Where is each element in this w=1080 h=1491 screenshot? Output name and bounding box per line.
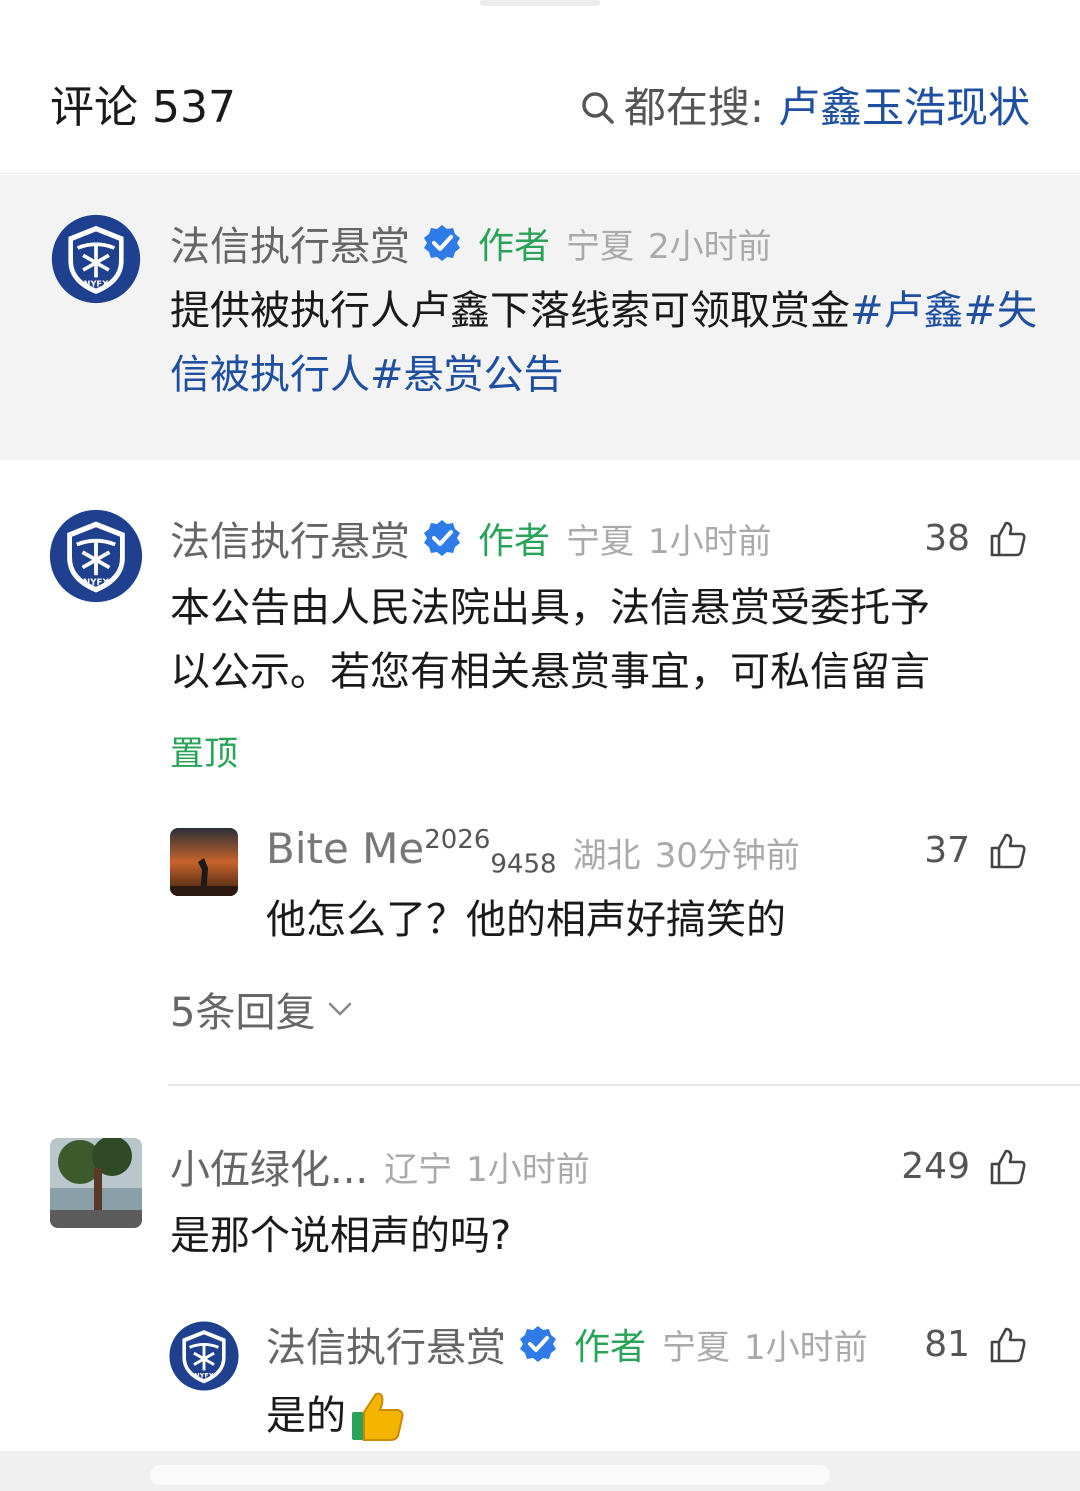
comment-meta: 小伍绿化... 辽宁 1小时前 bbox=[170, 1137, 590, 1195]
pinned-label: 置顶 bbox=[170, 734, 238, 774]
location: 湖北 bbox=[572, 835, 641, 876]
author-name[interactable]: 法信执行悬赏 bbox=[170, 509, 410, 567]
location: 宁夏 bbox=[566, 226, 635, 267]
location: 辽宁 bbox=[384, 1149, 453, 1190]
search-prefix-label: 都在搜: bbox=[623, 83, 764, 132]
pinned-meta: 法信执行悬赏 作者 宁夏 2小时前 bbox=[170, 214, 772, 272]
verified-badge-icon bbox=[422, 518, 462, 558]
like-count: 249 bbox=[901, 1146, 970, 1187]
reply-author-name[interactable]: 法信执行悬赏 bbox=[266, 1315, 506, 1373]
reply-author-sup: 2026 bbox=[424, 825, 491, 856]
timestamp: 1小时前 bbox=[648, 521, 772, 562]
comment-text-line: 本公告由人民法院出具，法信悬赏受委托予 bbox=[170, 585, 930, 631]
like-button[interactable]: 38 bbox=[924, 518, 1028, 559]
timestamp: 2小时前 bbox=[648, 226, 772, 267]
author-tag: 作者 bbox=[478, 226, 551, 267]
comment-count-title: 评论 537 bbox=[50, 82, 236, 133]
comment-text: 是那个说相声的吗? bbox=[170, 1213, 512, 1259]
like-button[interactable]: 249 bbox=[901, 1146, 1028, 1187]
comments-header: 评论 537 都在搜: 卢鑫玉浩现状 bbox=[0, 0, 1080, 174]
trending-search[interactable]: 都在搜: 卢鑫玉浩现状 bbox=[580, 80, 1030, 136]
chevron-down-icon bbox=[329, 1002, 352, 1016]
author-avatar[interactable] bbox=[50, 213, 142, 305]
location: 宁夏 bbox=[566, 521, 635, 562]
reply-author-name[interactable]: Bite Me20269458 bbox=[266, 824, 557, 879]
reply-avatar[interactable] bbox=[170, 828, 238, 896]
author-avatar[interactable] bbox=[50, 1138, 142, 1228]
search-query-link[interactable]: 卢鑫玉浩现状 bbox=[778, 80, 1030, 136]
comment-divider bbox=[168, 1084, 1080, 1086]
thumbs-up-icon bbox=[988, 1325, 1028, 1365]
hashtag-link[interactable]: #悬赏公告 bbox=[370, 352, 564, 398]
pinned-text-plain: 提供被执行人卢鑫下落线索可领取赏金 bbox=[170, 288, 850, 334]
reply-meta: Bite Me20269458 湖北 30分钟前 bbox=[266, 824, 800, 880]
author-tag: 作者 bbox=[478, 521, 551, 562]
timestamp: 30分钟前 bbox=[654, 835, 800, 876]
expand-replies-button[interactable]: 5条回复 bbox=[170, 980, 353, 1038]
verified-badge-icon bbox=[422, 223, 462, 263]
pinned-post: 法信执行悬赏 作者 宁夏 2小时前 提供被执行人卢鑫下落线索可领取赏金#卢鑫#失… bbox=[0, 175, 1080, 460]
search-icon bbox=[580, 90, 616, 126]
verified-badge-icon bbox=[518, 1324, 558, 1364]
reply-text-content: 是的 bbox=[266, 1393, 346, 1439]
like-count: 37 bbox=[924, 830, 970, 871]
reply-text: 他怎么了？他的相声好搞笑的 bbox=[266, 897, 786, 943]
thumbs-up-emoji bbox=[352, 1392, 404, 1441]
location: 宁夏 bbox=[662, 1327, 731, 1368]
pinned-text: 提供被执行人卢鑫下落线索可领取赏金#卢鑫#失信被执行人#悬赏公告 bbox=[170, 279, 1040, 407]
thumbs-up-icon bbox=[988, 519, 1028, 559]
hashtag-link[interactable]: #卢鑫 bbox=[850, 288, 964, 334]
reply-author-sub: 9458 bbox=[490, 849, 557, 880]
comment-text-line: 以公示。若您有相关悬赏事宜，可私信留言 bbox=[170, 649, 930, 695]
bottom-input-bar bbox=[0, 1451, 1080, 1491]
reply-text: 是的 bbox=[266, 1384, 406, 1448]
comment-meta: 法信执行悬赏 作者 宁夏 1小时前 bbox=[170, 509, 772, 567]
reply-avatar[interactable] bbox=[168, 1320, 240, 1392]
comment-text: 本公告由人民法院出具，法信悬赏受委托予 以公示。若您有相关悬赏事宜，可私信留言 bbox=[170, 576, 1040, 704]
comment-input-placeholder[interactable] bbox=[150, 1465, 830, 1485]
reply-author-main: Bite Me bbox=[266, 824, 425, 874]
author-tag: 作者 bbox=[574, 1327, 647, 1368]
like-count: 38 bbox=[924, 518, 970, 559]
author-name[interactable]: 小伍绿化... bbox=[170, 1137, 368, 1195]
author-avatar[interactable] bbox=[48, 508, 144, 604]
reply-count-label: 5条回复 bbox=[170, 990, 316, 1036]
reply-meta: 法信执行悬赏 作者 宁夏 1小时前 bbox=[266, 1315, 868, 1373]
thumbs-up-icon bbox=[988, 1147, 1028, 1187]
like-count: 81 bbox=[924, 1324, 970, 1365]
author-name[interactable]: 法信执行悬赏 bbox=[170, 214, 410, 272]
like-button[interactable]: 37 bbox=[924, 830, 1028, 871]
like-button[interactable]: 81 bbox=[924, 1324, 1028, 1365]
timestamp: 1小时前 bbox=[744, 1327, 868, 1368]
thumbs-up-icon bbox=[988, 831, 1028, 871]
timestamp: 1小时前 bbox=[466, 1149, 590, 1190]
